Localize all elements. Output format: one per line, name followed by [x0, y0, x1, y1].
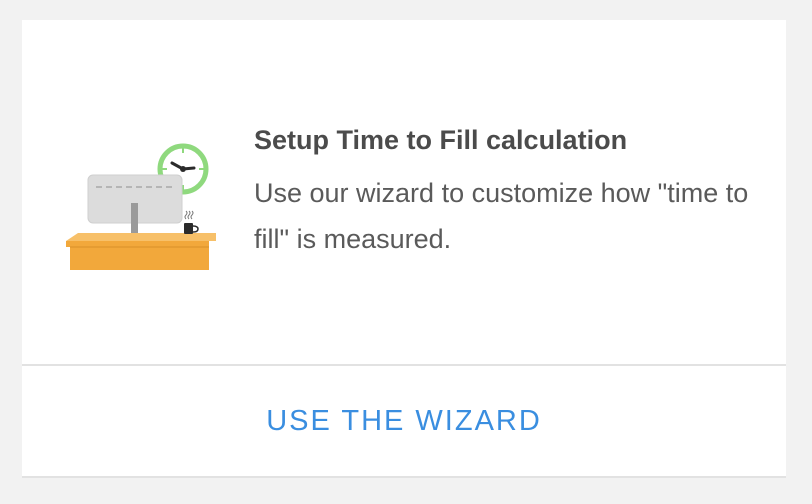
- use-the-wizard-button[interactable]: USE THE WIZARD: [22, 366, 786, 476]
- card-title: Setup Time to Fill calculation: [254, 125, 628, 155]
- use-the-wizard-label: USE THE WIZARD: [266, 404, 542, 437]
- card-text: Setup Time to Fill calculation Use our w…: [254, 120, 754, 262]
- desk-icon: [66, 233, 216, 270]
- desk-illustration: [66, 143, 216, 270]
- card-body: Setup Time to Fill calculation Use our w…: [22, 20, 786, 364]
- coffee-mug-icon: [184, 210, 199, 234]
- card-description: Use our wizard to customize how "time to…: [254, 178, 749, 254]
- setup-card: Setup Time to Fill calculation Use our w…: [22, 20, 786, 478]
- card-bottom-border: [22, 476, 786, 478]
- monitor-icon: [87, 174, 183, 239]
